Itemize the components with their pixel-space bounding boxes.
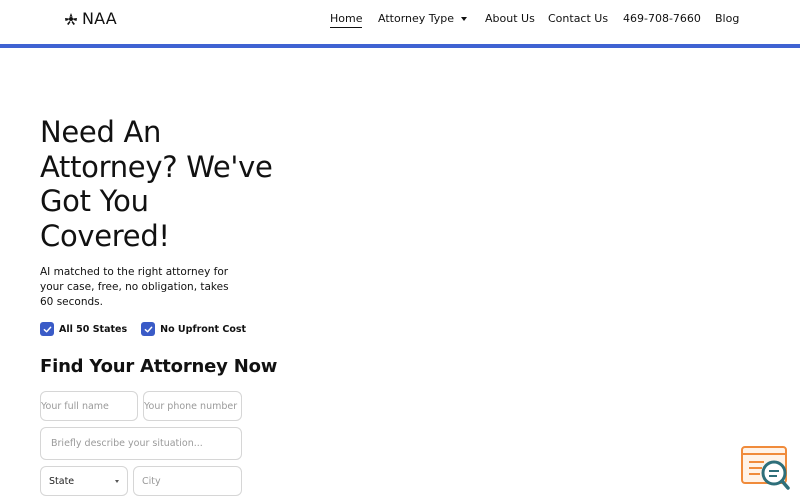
city-input[interactable]: City xyxy=(133,466,242,496)
phone-placeholder: Your phone number xyxy=(144,400,238,412)
nav-attorney-type[interactable]: Attorney Type xyxy=(378,12,468,25)
nav-contact-us[interactable]: Contact Us xyxy=(548,12,608,25)
nav-phone-link[interactable]: 469-708-7660 xyxy=(623,12,701,25)
check-icon xyxy=(40,322,54,336)
logo-leaf-icon xyxy=(65,12,77,25)
form-title: Find Your Attorney Now xyxy=(40,356,278,377)
situation-textarea[interactable]: Briefly describe your situation... xyxy=(40,427,242,460)
brand-logo[interactable]: NAA xyxy=(64,9,117,28)
full-name-input[interactable]: Your full name xyxy=(40,391,138,421)
nav-blog[interactable]: Blog xyxy=(715,12,739,25)
state-select-value: State xyxy=(49,475,75,487)
badge-label: All 50 States xyxy=(59,323,128,335)
phone-input[interactable]: Your phone number xyxy=(143,391,242,421)
situation-placeholder: Briefly describe your situation... xyxy=(51,438,203,449)
full-name-placeholder: Your full name xyxy=(41,400,109,412)
badge-no-upfront-cost: No Upfront Cost xyxy=(141,322,246,336)
chevron-down-icon xyxy=(115,479,119,483)
hero-title: Need An Attorney? We've Got You Covered! xyxy=(40,115,273,253)
header-accent-bar xyxy=(0,44,800,48)
city-placeholder: City xyxy=(142,475,161,487)
site-header: NAA Home Attorney Type About Us Contact … xyxy=(0,0,800,44)
brand-name: NAA xyxy=(82,9,117,28)
feature-badges: All 50 States No Upfront Cost xyxy=(40,322,246,336)
search-chat-widget-icon[interactable] xyxy=(738,444,792,492)
state-select[interactable]: State xyxy=(40,466,128,496)
nav-home[interactable]: Home xyxy=(330,12,363,28)
nav-attorney-type-label: Attorney Type xyxy=(378,12,455,25)
nav-about-us[interactable]: About Us xyxy=(485,12,535,25)
badge-all-states: All 50 States xyxy=(40,322,127,336)
chevron-down-icon xyxy=(461,16,468,21)
check-icon xyxy=(141,322,156,336)
hero-subtitle: AI matched to the right attorney for you… xyxy=(40,266,229,308)
badge-label: No Upfront Cost xyxy=(160,323,247,335)
